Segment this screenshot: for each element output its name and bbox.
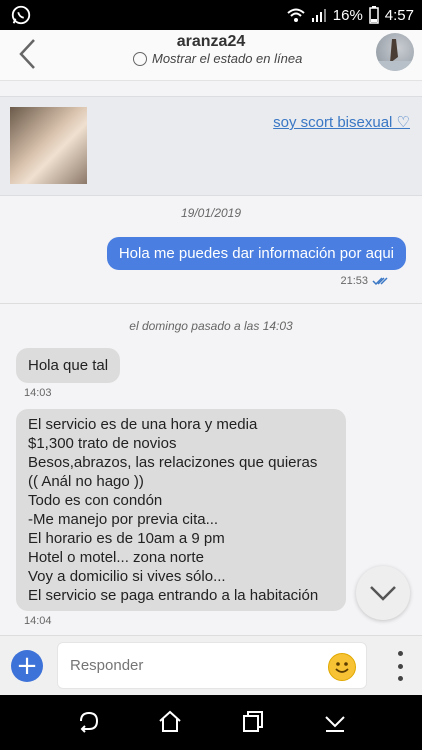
battery-percent: 16% — [332, 6, 363, 24]
date-separator: el domingo pasado a las 14:03 — [129, 319, 293, 333]
message-line: Besos,abrazos, las relacizones que quier… — [28, 454, 318, 471]
add-attachment-button[interactable]: + — [11, 650, 43, 682]
chat-header: aranza24 Mostrar el estado en línea — [0, 30, 422, 81]
scroll-down-button[interactable] — [356, 566, 410, 620]
outgoing-message[interactable]: Hola me puedes dar información por aqui — [106, 237, 406, 270]
message-line: El servicio es de una hora y media — [28, 416, 258, 433]
divider — [0, 303, 422, 304]
message-line: (( Anál no hago )) — [28, 473, 144, 490]
date-separator: 19/01/2019 — [180, 206, 242, 220]
whatsapp-icon — [11, 5, 31, 25]
signal-icon — [311, 9, 326, 22]
radio-icon[interactable] — [133, 51, 147, 66]
incoming-message[interactable]: Hola que tal — [16, 348, 121, 383]
avatar-photo-icon — [376, 39, 414, 71]
incoming-message[interactable]: El servicio es de una hora y media $1,30… — [16, 409, 346, 611]
message-line: Todo es con condón — [28, 492, 163, 509]
reply-box — [57, 642, 367, 689]
chevron-down-icon — [370, 586, 396, 601]
online-status-label: Mostrar el estado en línea — [152, 51, 303, 66]
message-line: -Me manejo por previa cita... — [28, 511, 219, 528]
message-line: El horario es de 10am a 9 pm — [28, 530, 225, 547]
avatar[interactable] — [376, 33, 414, 71]
back-icon[interactable] — [75, 709, 101, 735]
ad-link[interactable]: soy scort bisexual ♡ — [273, 113, 410, 131]
message-time: 21:53 — [340, 275, 368, 287]
message-line: Voy a domicilio si vives sólo... — [28, 568, 226, 585]
message-time: 14:04 — [24, 615, 52, 627]
profile-ad-panel: soy scort bisexual ♡ — [0, 96, 422, 196]
contact-name[interactable]: aranza24 — [0, 33, 422, 51]
clock: 4:57 — [384, 6, 414, 24]
more-options-icon[interactable] — [398, 651, 404, 681]
reply-input[interactable] — [58, 643, 310, 688]
hide-keyboard-icon[interactable] — [322, 709, 348, 735]
profile-thumbnail[interactable] — [10, 107, 87, 184]
smiley-face-icon — [335, 662, 349, 673]
message-line: Hotel o motel... zona norte — [28, 549, 204, 566]
double-check-icon — [372, 277, 388, 286]
android-nav-bar — [0, 695, 422, 750]
wifi-icon — [287, 8, 305, 22]
composer-bar: + — [0, 635, 422, 696]
message-line: El servicio se paga entrando a la habita… — [28, 587, 319, 604]
status-bar: 16% 4:57 — [0, 0, 422, 30]
home-icon[interactable] — [157, 709, 183, 735]
message-time: 14:03 — [24, 387, 52, 399]
message-meta: 21:53 — [340, 275, 390, 287]
plus-icon: + — [16, 651, 38, 681]
battery-icon — [369, 6, 379, 24]
message-line: $1,300 trato de novios — [28, 435, 177, 452]
emoji-icon[interactable] — [328, 653, 356, 681]
online-status-toggle[interactable]: Mostrar el estado en línea — [133, 51, 302, 66]
recent-apps-icon[interactable] — [240, 709, 266, 735]
